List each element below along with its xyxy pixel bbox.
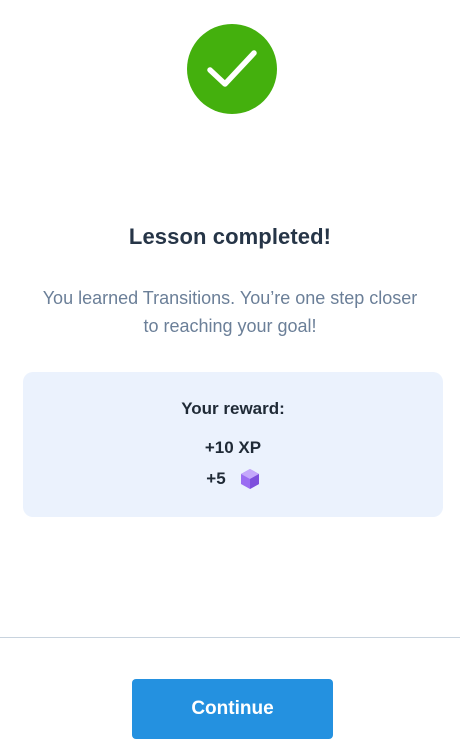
reward-heading: Your reward: bbox=[181, 399, 285, 418]
purple-gem-icon bbox=[240, 469, 259, 489]
reward-xp: +10 XP bbox=[204, 438, 262, 457]
reward-gems-amount: +5 bbox=[206, 469, 226, 488]
continue-button[interactable]: Continue bbox=[132, 679, 333, 739]
completion-message: You learned Transitions. You’re one step… bbox=[42, 288, 418, 336]
success-checkmark-icon bbox=[187, 24, 277, 114]
footer-divider bbox=[0, 637, 460, 638]
reward-gems-row: +5 bbox=[23, 468, 443, 490]
lesson-complete-screen: Lesson completed! You learned Transition… bbox=[0, 0, 460, 749]
reward-card: Your reward: +10 XP +5 bbox=[23, 372, 443, 517]
page-title: Lesson completed! bbox=[128, 224, 332, 249]
checkmark-icon bbox=[207, 50, 257, 87]
